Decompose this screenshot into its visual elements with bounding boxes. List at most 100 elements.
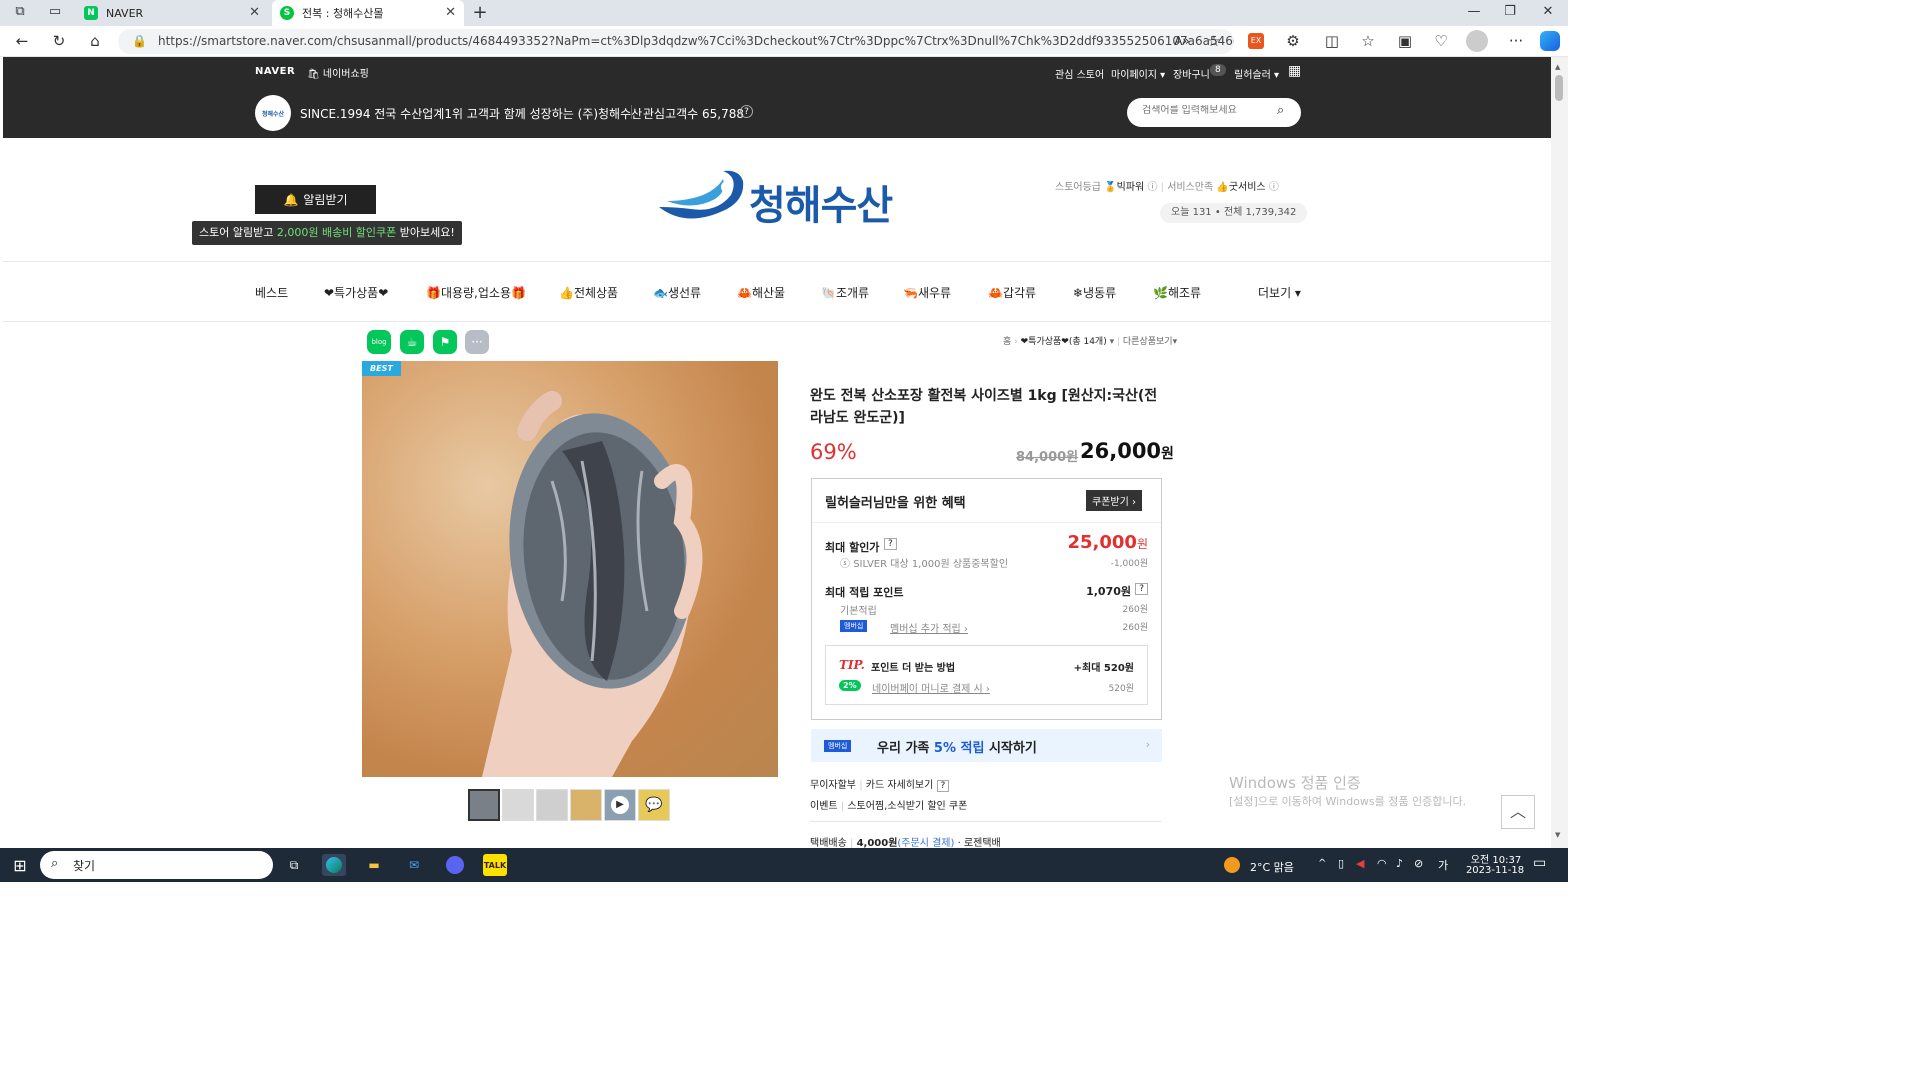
settings-more-icon[interactable]: ··· bbox=[1506, 32, 1526, 50]
cafe-share-icon[interactable]: ☕ bbox=[400, 330, 424, 354]
weather-text[interactable]: 2°C 맑음 bbox=[1250, 859, 1294, 875]
breadcrumb-home[interactable]: 홈 bbox=[1003, 337, 1011, 347]
more-share-icon[interactable]: ··· bbox=[465, 330, 489, 354]
copilot-icon[interactable] bbox=[1540, 31, 1560, 51]
nav-all[interactable]: 👍전체상품 bbox=[559, 284, 618, 301]
close-tab-icon[interactable]: ✕ bbox=[249, 5, 260, 20]
nav-seafood[interactable]: 🦀해산물 bbox=[737, 284, 785, 301]
favorites-icon[interactable]: ☆ bbox=[1358, 32, 1378, 50]
taskbar-search[interactable]: ⌕ 찾기 bbox=[40, 851, 273, 879]
nav-shrimp[interactable]: 🦐새우류 bbox=[903, 284, 951, 301]
help-icon[interactable]: ? bbox=[936, 780, 950, 792]
other-products-link[interactable]: 다른상품보기 bbox=[1123, 337, 1173, 347]
cart-link[interactable]: 장바구니 bbox=[1173, 66, 1210, 81]
store-search-input[interactable] bbox=[1142, 105, 1272, 116]
blog-share-icon[interactable]: blog bbox=[367, 330, 391, 354]
split-screen-icon[interactable]: ◫ bbox=[1322, 32, 1342, 50]
user-menu[interactable]: 릴허슬러 ▾ bbox=[1234, 66, 1279, 81]
event-coupon-link[interactable]: 스토어찜,소식받기 할인 쿠폰 bbox=[847, 801, 967, 812]
url-field[interactable]: 🔒 https://smartstore.naver.com/chsusanmal… bbox=[118, 29, 1234, 54]
scroll-down-icon[interactable]: ▼ bbox=[1555, 831, 1560, 839]
extension-icon[interactable]: EX bbox=[1248, 33, 1264, 49]
device-icon[interactable]: ▯ bbox=[1338, 857, 1344, 870]
npay-money-link[interactable]: 네이버페이 머니로 결제 시 › bbox=[872, 680, 990, 695]
naver-logo[interactable]: NAVER bbox=[255, 66, 295, 77]
close-tab-icon[interactable]: ✕ bbox=[445, 5, 456, 20]
thumbnail-6[interactable]: 💬 bbox=[638, 789, 670, 821]
breadcrumb-category[interactable]: ❤특가상품❤(총 14개) bbox=[1021, 337, 1107, 347]
bookmark-share-icon[interactable]: ⚑ bbox=[433, 330, 457, 354]
help-icon[interactable]: ? bbox=[884, 538, 897, 550]
network-status-icon[interactable]: ⊘ bbox=[1414, 857, 1423, 870]
thumbnail-4[interactable] bbox=[570, 789, 602, 821]
thumbnail-3[interactable] bbox=[536, 789, 568, 821]
apps-grid-icon[interactable]: ▦ bbox=[1288, 63, 1301, 79]
help-icon[interactable]: ⓘ bbox=[1147, 182, 1157, 193]
speaker-alert-icon[interactable]: ◀ bbox=[1356, 857, 1364, 870]
video-thumbnail[interactable]: ▶ bbox=[604, 789, 636, 821]
profile-avatar-icon[interactable] bbox=[1466, 30, 1488, 52]
nav-fish[interactable]: 🐟생선류 bbox=[653, 284, 701, 301]
nav-seaweed[interactable]: 🌿해조류 bbox=[1153, 284, 1201, 301]
thumbnail-2[interactable] bbox=[502, 789, 534, 821]
back-icon[interactable]: ← bbox=[12, 32, 32, 50]
tab-naver[interactable]: N NAVER ✕ bbox=[78, 0, 268, 26]
ime-icon[interactable]: 가 bbox=[1438, 857, 1448, 873]
store-profile-logo[interactable]: 청해수산 bbox=[255, 95, 291, 131]
membership-point-link[interactable]: 멤버십 추가 적립 › bbox=[890, 620, 968, 635]
close-window-icon[interactable]: ✕ bbox=[1538, 4, 1558, 19]
restore-icon[interactable]: ❐ bbox=[1500, 4, 1520, 19]
help-icon[interactable]: ? bbox=[740, 105, 753, 118]
wifi-icon[interactable]: ◠ bbox=[1377, 857, 1387, 870]
volume-icon[interactable]: ♪ bbox=[1396, 857, 1403, 870]
naver-shopping-link[interactable]: 🛍 네이버쇼핑 bbox=[307, 65, 369, 80]
performance-icon[interactable]: ♡ bbox=[1431, 32, 1451, 50]
extensions-puzzle-icon[interactable]: ⚙ bbox=[1283, 32, 1303, 50]
home-icon[interactable]: ⌂ bbox=[85, 32, 105, 50]
nav-best[interactable]: 베스트 bbox=[255, 284, 288, 301]
discord-icon[interactable] bbox=[443, 854, 467, 876]
favorite-star-icon[interactable]: ☆ bbox=[1204, 32, 1224, 50]
nav-more[interactable]: 더보기 ▾ bbox=[1258, 284, 1301, 301]
mail-icon[interactable]: ✉ bbox=[402, 854, 426, 876]
interest-store-link[interactable]: 관심 스토어 bbox=[1055, 66, 1104, 81]
nav-frozen[interactable]: ❄냉동류 bbox=[1073, 284, 1116, 301]
search-icon[interactable]: ⌕ bbox=[1277, 103, 1284, 118]
page-scrollbar[interactable]: ▲ ▼ bbox=[1551, 57, 1568, 848]
nav-crustacean[interactable]: 🦀갑각류 bbox=[988, 284, 1036, 301]
card-details-link[interactable]: 카드 자세히보기 bbox=[866, 780, 934, 791]
nav-special[interactable]: ❤특가상품❤ bbox=[324, 284, 388, 301]
read-aloud-icon[interactable]: A» bbox=[1172, 32, 1192, 50]
edge-icon[interactable] bbox=[322, 854, 346, 876]
mypage-menu[interactable]: 마이페이지 ▾ bbox=[1111, 66, 1165, 81]
minimize-icon[interactable]: — bbox=[1464, 4, 1484, 19]
store-search-box[interactable]: ⌕ bbox=[1127, 98, 1301, 127]
get-coupon-button[interactable]: 쿠폰받기 › bbox=[1086, 490, 1142, 511]
nav-shellfish[interactable]: 🐚조개류 bbox=[821, 284, 869, 301]
new-tab-icon[interactable]: + bbox=[470, 2, 490, 23]
help-icon[interactable]: ? bbox=[1135, 583, 1148, 595]
family-membership-banner[interactable]: 멤버십 우리 가족 5% 적립 시작하기 › bbox=[811, 729, 1162, 762]
refresh-icon[interactable]: ↻ bbox=[49, 32, 69, 50]
tab-product[interactable]: S 전복 : 청해수산몰 ✕ bbox=[272, 0, 464, 26]
chevron-up-icon[interactable]: ^ bbox=[1318, 858, 1326, 869]
scrollbar-thumb[interactable] bbox=[1555, 75, 1563, 101]
scroll-top-button[interactable]: ︿ bbox=[1501, 795, 1535, 829]
thumbnail-1[interactable] bbox=[468, 789, 500, 821]
kakaotalk-icon[interactable]: TALK bbox=[483, 854, 507, 876]
start-icon[interactable]: ⊞ bbox=[8, 854, 32, 876]
file-explorer-icon[interactable]: ▬ bbox=[362, 854, 386, 876]
clock-date[interactable]: 2023-11-18 bbox=[1462, 865, 1528, 876]
help-icon[interactable]: ⓘ bbox=[1269, 182, 1279, 193]
scroll-up-icon[interactable]: ▲ bbox=[1555, 63, 1560, 71]
nav-bulk[interactable]: 🎁대용량,업소용🎁 bbox=[426, 284, 526, 301]
tab-actions-icon[interactable]: ▭ bbox=[45, 4, 65, 19]
store-logo[interactable]: 청해수산 bbox=[657, 167, 903, 229]
notifications-icon[interactable]: ▭ bbox=[1533, 855, 1546, 871]
notify-button[interactable]: 🔔 알림받기 bbox=[255, 185, 376, 214]
workspaces-icon[interactable]: ⧉ bbox=[10, 4, 30, 19]
clock-time[interactable]: 오전 10:37 bbox=[1466, 851, 1526, 866]
product-main-image[interactable]: BEST bbox=[362, 361, 778, 777]
collections-icon[interactable]: ▣ bbox=[1395, 32, 1415, 50]
task-view-icon[interactable]: ⧉ bbox=[282, 854, 306, 876]
